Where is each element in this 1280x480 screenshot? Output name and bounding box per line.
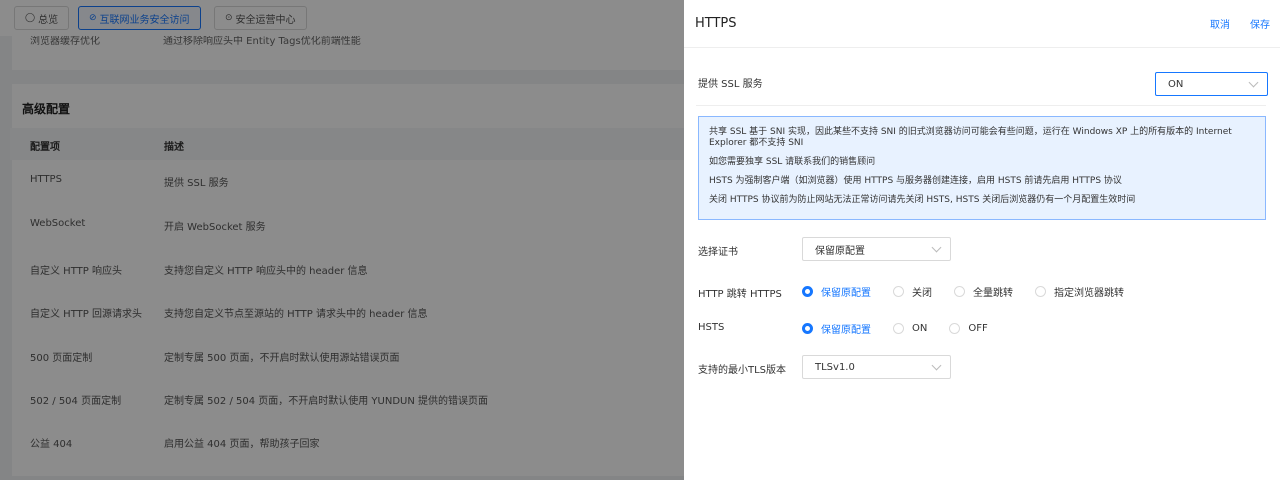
hsts-option-keep-label: 保留原配置 <box>821 325 871 336</box>
chevron-down-icon <box>931 360 942 371</box>
tls-label: 支持的最小TLS版本 <box>698 365 787 376</box>
ssl-select-value: ON <box>1168 78 1184 90</box>
redirect-option-off-label: 关闭 <box>912 288 932 299</box>
redirect-option-keep-label: 保留原配置 <box>821 288 871 299</box>
radio-icon <box>893 323 904 334</box>
info-alert: 共享 SSL 基于 SNI 实现，因此某些不支持 SNI 的旧式浏览器访问可能会… <box>698 116 1266 220</box>
radio-checked-icon <box>802 286 813 297</box>
save-button[interactable]: 保存 <box>1250 16 1270 31</box>
drawer-title: HTTPS <box>695 16 737 31</box>
redirect-option-all-label: 全量跳转 <box>973 288 1013 299</box>
hsts-option-keep[interactable]: 保留原配置 <box>802 321 871 336</box>
redirect-label: HTTP 跳转 HTTPS <box>698 289 782 300</box>
tls-select[interactable]: TLSv1.0 <box>802 355 951 379</box>
info-line-disable-https: 关闭 HTTPS 协议前为防止网站无法正常访问请先关闭 HSTS, HSTS 关… <box>709 195 1136 205</box>
cert-select[interactable]: 保留原配置 <box>802 237 951 261</box>
radio-icon <box>893 286 904 297</box>
ssl-label: 提供 SSL 服务 <box>698 79 763 90</box>
radio-checked-icon <box>802 323 813 334</box>
modal-mask[interactable] <box>0 0 684 480</box>
info-line-sni: 共享 SSL 基于 SNI 实现，因此某些不支持 SNI 的旧式浏览器访问可能会… <box>709 127 1232 148</box>
redirect-radio-group: 保留原配置 关闭 全量跳转 指定浏览器跳转 <box>802 284 1146 299</box>
redirect-option-keep[interactable]: 保留原配置 <box>802 284 871 299</box>
cert-label: 选择证书 <box>698 247 738 258</box>
radio-icon <box>954 286 965 297</box>
info-line-hsts: HSTS 为强制客户端（如浏览器）使用 HTTPS 与服务器创建连接，启用 HS… <box>709 176 1122 186</box>
info-line-exclusive-ssl: 如您需要独享 SSL 请联系我们的销售顾问 <box>709 157 876 167</box>
hsts-option-on[interactable]: ON <box>893 323 927 334</box>
hsts-option-on-label: ON <box>912 323 928 334</box>
ssl-select[interactable]: ON <box>1155 72 1268 96</box>
hsts-option-off-label: OFF <box>968 323 988 334</box>
https-drawer: HTTPS 取消 保存 提供 SSL 服务 ON 共享 SSL 基于 SNI 实… <box>684 0 1280 480</box>
hsts-radio-group: 保留原配置 ON OFF <box>802 321 1010 336</box>
chevron-down-icon <box>931 242 942 253</box>
cancel-button[interactable]: 取消 <box>1210 16 1230 31</box>
radio-icon <box>1035 286 1046 297</box>
drawer-header: HTTPS 取消 保存 <box>684 0 1280 48</box>
hsts-option-off[interactable]: OFF <box>949 323 988 334</box>
redirect-option-browser[interactable]: 指定浏览器跳转 <box>1035 284 1124 299</box>
hsts-label: HSTS <box>698 322 725 333</box>
chevron-down-icon <box>1248 77 1259 88</box>
redirect-option-browser-label: 指定浏览器跳转 <box>1054 288 1124 299</box>
radio-icon <box>949 323 961 334</box>
redirect-option-all[interactable]: 全量跳转 <box>954 284 1013 299</box>
redirect-option-off[interactable]: 关闭 <box>893 284 932 299</box>
divider <box>696 105 1266 106</box>
tls-select-value: TLSv1.0 <box>815 361 855 373</box>
cert-select-value: 保留原配置 <box>815 245 865 257</box>
